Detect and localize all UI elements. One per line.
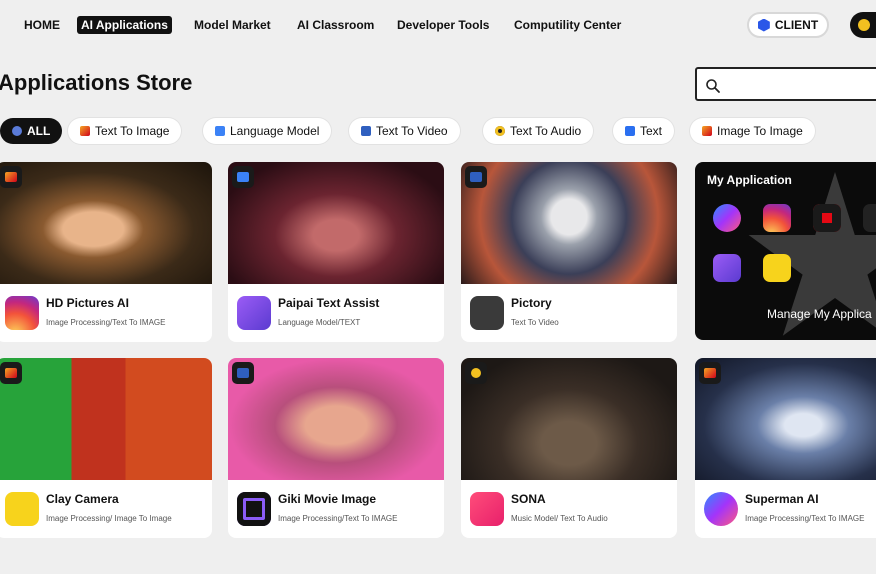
app-thumbnail (695, 358, 876, 480)
app-card-paipai-text-assist[interactable]: Paipai Text Assist Language Model/TEXT (228, 162, 444, 342)
instagram-icon (5, 296, 39, 330)
image-icon (0, 166, 22, 188)
manage-my-application-link[interactable]: Manage My Applica (767, 307, 872, 321)
app-card-pictory[interactable]: Pictory Text To Video (461, 162, 677, 342)
client-label: CLIENT (774, 18, 819, 32)
instagram-icon[interactable] (763, 204, 791, 232)
app-name: Giki Movie Image (278, 492, 377, 506)
search-icon (706, 79, 720, 93)
app-category: Image Processing/ Image To Image (46, 514, 172, 523)
filter-label: Image To Image (717, 124, 803, 138)
messenger-icon[interactable] (713, 204, 741, 232)
messenger-icon (704, 492, 738, 526)
app-category: Image Processing/Text To IMAGE (46, 318, 166, 327)
filter-text-to-image[interactable]: Text To Image (68, 118, 182, 144)
app-name: Paipai Text Assist (278, 296, 380, 310)
my-application-title: My Application (707, 173, 792, 187)
nav-home[interactable]: HOME (20, 16, 64, 34)
app-thumbnail (228, 162, 444, 284)
app-name: Pictory (511, 296, 552, 310)
nav-ai-applications[interactable]: AI Applications (77, 16, 172, 34)
my-application-panel: My Application Manage My Applica (695, 162, 876, 340)
app-thumbnail (461, 162, 677, 284)
app-category: Music Model/ Text To Audio (511, 514, 608, 523)
app-name: HD Pictures AI (46, 296, 129, 310)
video-icon (361, 126, 371, 136)
search-input[interactable] (695, 67, 876, 101)
filter-label: Text To Audio (510, 124, 582, 138)
filter-label: ALL (27, 124, 51, 138)
app-category: Image Processing/Text To IMAGE (278, 514, 398, 523)
nav-model-market[interactable]: Model Market (190, 16, 275, 34)
globe-icon (12, 126, 22, 136)
coin-button[interactable] (850, 12, 876, 38)
app-thumbnail (0, 358, 212, 480)
nav-computility-center[interactable]: Computility Center (510, 16, 625, 34)
filter-language-model[interactable]: Language Model (203, 118, 332, 144)
chat-icon (215, 126, 225, 136)
o-exclaim-icon (5, 492, 39, 526)
video-icon (232, 362, 254, 384)
sparkle-icon (470, 296, 504, 330)
image-icon (80, 126, 90, 136)
nav-developer-tools[interactable]: Developer Tools (393, 16, 493, 34)
netflix-icon[interactable] (813, 204, 841, 232)
audio-icon (495, 126, 505, 136)
nav-ai-classroom[interactable]: AI Classroom (293, 16, 378, 34)
wave-hand-icon[interactable] (713, 254, 741, 282)
app-name: Superman AI (745, 492, 819, 506)
app-name: Clay Camera (46, 492, 119, 506)
extra-icon[interactable] (863, 204, 876, 232)
text-icon (625, 126, 635, 136)
client-button[interactable]: CLIENT (747, 12, 829, 38)
app-category: Text To Video (511, 318, 559, 327)
wave-hand-icon (237, 296, 271, 330)
filter-image-to-image[interactable]: Image To Image (690, 118, 815, 144)
image-icon (702, 126, 712, 136)
app-card-clay-camera[interactable]: Clay Camera Image Processing/ Image To I… (0, 358, 212, 538)
app-card-sona[interactable]: SONA Music Model/ Text To Audio (461, 358, 677, 538)
app-thumbnail (0, 162, 212, 284)
chat-icon (232, 166, 254, 188)
filter-text[interactable]: Text (613, 118, 675, 144)
filter-all[interactable]: ALL (0, 118, 63, 144)
top-nav: HOME AI Applications Model Market AI Cla… (0, 0, 876, 50)
filter-text-to-audio[interactable]: Text To Audio (483, 118, 594, 144)
client-icon (757, 18, 770, 32)
mixer-icon (470, 492, 504, 526)
video-icon (465, 166, 487, 188)
image-icon (699, 362, 721, 384)
filter-text-to-video[interactable]: Text To Video (349, 118, 460, 144)
audio-icon (465, 362, 487, 384)
filter-label: Text (640, 124, 663, 138)
filter-label: Text To Video (376, 124, 448, 138)
moon-icon (237, 492, 271, 526)
o-exclaim-icon[interactable] (763, 254, 791, 282)
app-card-giki-movie-image[interactable]: Giki Movie Image Image Processing/Text T… (228, 358, 444, 538)
app-category: Image Processing/Text To IMAGE (745, 514, 865, 523)
app-thumbnail (228, 358, 444, 480)
image-icon (0, 362, 22, 384)
coin-icon (858, 19, 870, 31)
app-card-superman-ai[interactable]: Superman AI Image Processing/Text To IMA… (695, 358, 876, 538)
filter-label: Language Model (230, 124, 320, 138)
filter-label: Text To Image (95, 124, 170, 138)
page-title: Applications Store (0, 70, 193, 95)
app-card-hd-pictures-ai[interactable]: HD Pictures AI Image Processing/Text To … (0, 162, 212, 342)
app-name: SONA (511, 492, 546, 506)
app-category: Language Model/TEXT (278, 318, 361, 327)
app-thumbnail (461, 358, 677, 480)
